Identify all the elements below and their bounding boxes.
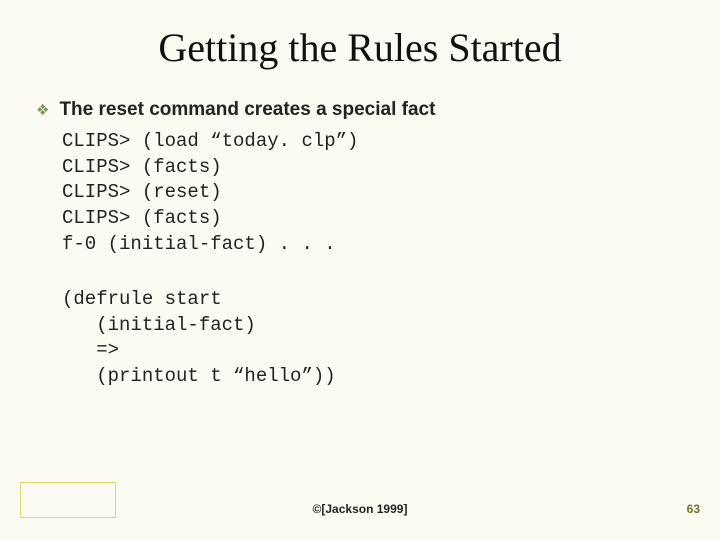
copyright-label: ©[Jackson 1999] xyxy=(313,502,408,516)
bullet-text: The reset command creates a special fact xyxy=(59,99,435,121)
footer-logo-box xyxy=(20,482,116,518)
code-block-session: CLIPS> (load “today. clp”) CLIPS> (facts… xyxy=(62,129,684,257)
diamond-bullet-icon: ❖ xyxy=(36,103,49,118)
page-number: 63 xyxy=(687,502,700,516)
slide-title: Getting the Rules Started xyxy=(36,24,684,71)
slide: Getting the Rules Started ❖ The reset co… xyxy=(0,0,720,540)
code-block-defrule: (defrule start (initial-fact) => (printo… xyxy=(62,287,684,390)
bullet-item: ❖ The reset command creates a special fa… xyxy=(36,99,684,121)
copyright-text: ©[Jackson 1999] xyxy=(313,502,408,516)
